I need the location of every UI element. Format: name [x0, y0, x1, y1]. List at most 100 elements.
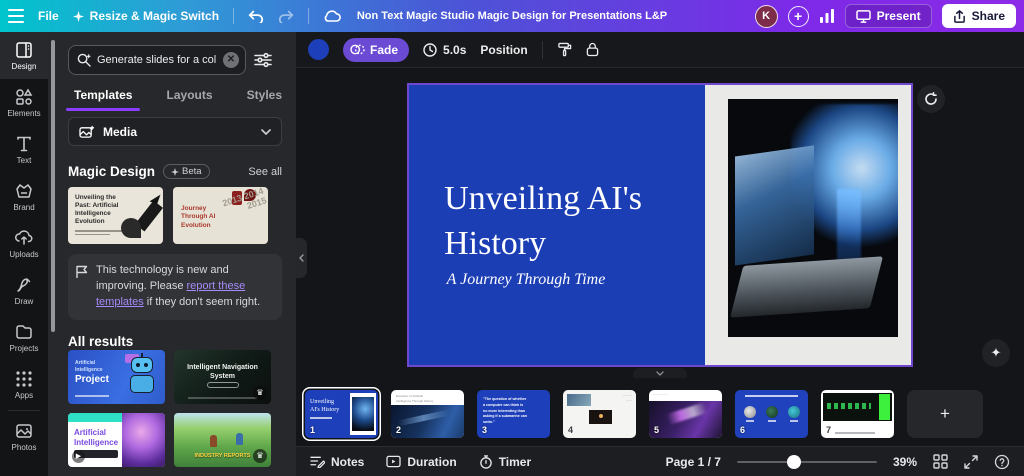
grid-view-button[interactable] [933, 454, 948, 469]
present-button[interactable]: Present [845, 4, 932, 28]
tab-layouts[interactable]: Layouts [165, 82, 215, 111]
media-dropdown[interactable]: Media [68, 117, 282, 146]
design-icon [15, 41, 33, 59]
resize-magic-switch-button[interactable]: Resize & Magic Switch [73, 9, 219, 23]
add-member-button[interactable]: + [788, 6, 809, 27]
help-button[interactable] [994, 454, 1010, 470]
sidebar-item-elements[interactable]: Elements [0, 79, 48, 126]
transition-fade-button[interactable]: Fade [343, 38, 409, 62]
sidebar-item-text[interactable]: Text [0, 126, 48, 173]
timer-icon [479, 455, 493, 469]
position-button[interactable]: Position [480, 43, 527, 57]
magic-template-1[interactable]: Unveiling the Past: Artificial Intellige… [68, 187, 163, 244]
filmstrip-slide-1[interactable]: Unveiling AI's History 1 [305, 390, 378, 438]
help-icon [994, 454, 1010, 470]
duration-button[interactable]: 5.0s [423, 43, 466, 57]
uploads-icon [15, 229, 33, 247]
side-nav: Design Elements Text Brand Uploads Draw … [0, 32, 48, 476]
bottom-bar: Notes Duration Timer Page 1 / 7 39% [296, 446, 1024, 476]
slide-page-1[interactable]: Unveiling AI's History A Journey Through… [407, 83, 913, 367]
chevron-down-icon [656, 371, 664, 376]
zoom-slider[interactable] [737, 455, 877, 469]
result-template-navigation-system[interactable]: Intelligent Navigation System ♛ [174, 350, 271, 404]
notes-button[interactable]: Notes [310, 455, 364, 469]
clock-icon [423, 43, 437, 57]
play-badge: ▶ [72, 450, 85, 463]
filmstrip-slide-6[interactable]: 6 [735, 390, 808, 438]
redo-button[interactable] [278, 9, 294, 23]
fullscreen-button[interactable] [964, 455, 978, 469]
menu-button[interactable] [8, 9, 24, 23]
magic-assistant-button[interactable]: ✦ [982, 339, 1010, 367]
share-icon [953, 10, 966, 23]
filmstrip-slide-3[interactable]: "The question of whether a computer can … [477, 390, 550, 438]
avatar[interactable]: K [755, 5, 778, 28]
filmstrip-slide-5[interactable]: —— — —— 5 [649, 390, 722, 438]
result-template-ai-project[interactable]: Artificial Intelligence Project [68, 350, 165, 404]
regenerate-button[interactable] [917, 85, 945, 113]
draw-icon [15, 276, 33, 294]
zoom-slider-thumb[interactable] [787, 455, 801, 469]
add-page-button[interactable]: + [907, 390, 983, 438]
slide-title-text[interactable]: Unveiling AI's History [444, 177, 715, 265]
paint-roller-icon [557, 42, 572, 57]
see-all-link[interactable]: See all [248, 166, 282, 178]
sidebar-item-apps[interactable]: Apps [0, 361, 48, 408]
insights-button[interactable] [819, 9, 835, 23]
undo-button[interactable] [248, 9, 264, 23]
photos-icon [15, 422, 33, 440]
hamburger-icon [8, 9, 24, 23]
filmstrip-slide-7[interactable]: 7 [821, 390, 894, 438]
robot-illustration [127, 357, 157, 399]
panel-collapse-handle[interactable] [296, 238, 307, 278]
refresh-icon [924, 92, 938, 106]
cloud-save-button[interactable] [323, 10, 341, 23]
duration-bar-button[interactable]: Duration [386, 455, 456, 469]
filmstrip-slide-2[interactable]: Evolution of Artificial Intelligence Thr… [391, 390, 464, 438]
result-template-ai-video[interactable]: Artificial Intelligence ▶ [68, 413, 165, 467]
panel-scrollbar[interactable] [51, 40, 55, 332]
copy-style-button[interactable] [557, 42, 572, 57]
filter-button[interactable] [254, 52, 272, 68]
sidebar-item-photos[interactable]: Photos [0, 413, 48, 460]
sliders-icon [254, 52, 272, 68]
tab-styles[interactable]: Styles [245, 82, 284, 111]
chevron-left-icon [299, 254, 304, 262]
magic-template-2[interactable]: 2013 2014 2015 Journey Through AI Evolut… [173, 187, 268, 244]
brand-icon [15, 182, 33, 200]
canvas-collapse-handle[interactable] [633, 368, 687, 378]
result-template-cartoon[interactable]: INDUSTRY REPORTS ♛ [174, 413, 271, 467]
sidebar-item-draw[interactable]: Draw [0, 267, 48, 314]
background-color-swatch[interactable] [308, 39, 329, 60]
redo-icon [278, 9, 294, 23]
sidebar-item-uploads[interactable]: Uploads [0, 220, 48, 267]
all-results-title: All results [68, 334, 133, 349]
clear-search-button[interactable]: ✕ [223, 52, 239, 68]
canvas-area: Unveiling AI's History A Journey Through… [296, 69, 1024, 378]
filmstrip-slide-4[interactable]: — — —— — 4 [563, 390, 636, 438]
notes-icon [310, 455, 325, 468]
expand-icon [964, 455, 978, 469]
tab-templates[interactable]: Templates [72, 82, 134, 111]
templates-panel: ✕ Templates Layouts Styles Media Magic D… [48, 32, 296, 476]
timer-button[interactable]: Timer [479, 455, 531, 469]
slide-subtitle-text[interactable]: A Journey Through Time [447, 271, 606, 289]
beta-badge: Beta [163, 164, 210, 179]
lock-button[interactable] [586, 42, 599, 57]
magic-star-icon [73, 11, 84, 22]
magic-search-icon [77, 53, 91, 67]
sidebar-item-brand[interactable]: Brand [0, 173, 48, 220]
sidebar-item-design[interactable]: Design [0, 32, 48, 79]
document-title[interactable]: Non Text Magic Studio Magic Design for P… [357, 0, 667, 32]
search-box[interactable]: ✕ [68, 45, 246, 75]
duration-icon [386, 455, 401, 468]
sidebar-item-projects[interactable]: Projects [0, 314, 48, 361]
projects-icon [15, 323, 33, 341]
share-button[interactable]: Share [942, 4, 1016, 28]
elements-icon [15, 88, 33, 106]
magic-design-title: Magic Design [68, 164, 155, 179]
file-menu[interactable]: File [38, 9, 59, 23]
page-indicator: Page 1 / 7 [666, 455, 721, 469]
ai-laptop-photo[interactable] [728, 99, 899, 337]
search-input[interactable] [97, 54, 217, 66]
